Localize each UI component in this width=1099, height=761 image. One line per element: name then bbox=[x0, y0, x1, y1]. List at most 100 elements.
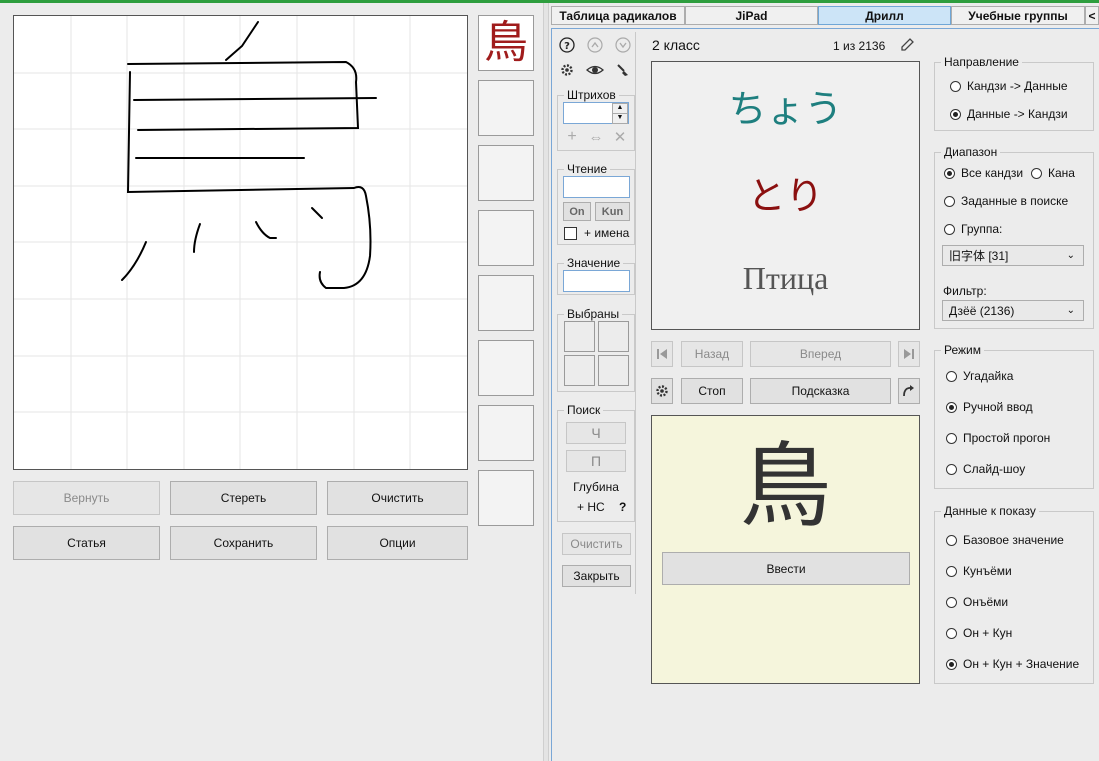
radio-label: Ручной ввод bbox=[963, 400, 1033, 414]
candidate-slot-7[interactable] bbox=[478, 405, 534, 461]
selected-slot-3[interactable] bbox=[564, 355, 595, 386]
radio-dot bbox=[946, 463, 957, 475]
selected-slot-4[interactable] bbox=[598, 355, 629, 386]
radio-dot bbox=[946, 627, 957, 639]
direction-kanji-to-data[interactable]: Кандзи -> Данные bbox=[950, 79, 1068, 93]
gear-icon[interactable] bbox=[558, 61, 576, 79]
radio-dot bbox=[950, 80, 961, 92]
close-icon[interactable]: ✕ bbox=[612, 129, 628, 146]
tab-groups[interactable]: Учебные группы bbox=[951, 6, 1085, 25]
tab-scroll-left[interactable]: < bbox=[1085, 6, 1099, 25]
clear-canvas-button[interactable]: Очистить bbox=[327, 481, 468, 515]
skip-arrow-icon[interactable] bbox=[898, 378, 920, 404]
mode-simple[interactable]: Простой прогон bbox=[946, 431, 1050, 445]
group-select[interactable]: 旧字体 [31] ⌄ bbox=[942, 245, 1084, 266]
candidate-slot-3[interactable] bbox=[478, 145, 534, 201]
search-p-button[interactable]: П bbox=[566, 450, 626, 472]
erase-button[interactable]: Стереть bbox=[170, 481, 317, 515]
range-kana[interactable]: Кана bbox=[1031, 166, 1075, 180]
drill-settings-icon[interactable] bbox=[651, 378, 673, 404]
help-icon[interactable]: ? bbox=[558, 36, 576, 54]
display-on-kun-meaning[interactable]: Он + Кун + Значение bbox=[946, 657, 1079, 671]
display-kunyomi[interactable]: Кунъёми bbox=[946, 564, 1012, 578]
candidate-slot-8[interactable] bbox=[478, 470, 534, 526]
swap-arrows-icon[interactable]: ⇔ bbox=[586, 129, 606, 146]
pencil-icon[interactable] bbox=[898, 36, 916, 54]
radio-dot bbox=[1031, 167, 1042, 179]
tab-jipad[interactable]: JiPad bbox=[685, 6, 818, 25]
stepper-down-icon[interactable]: ▼ bbox=[612, 114, 628, 124]
range-search-set[interactable]: Заданные в поиске bbox=[944, 194, 1068, 208]
display-base[interactable]: Базовое значение bbox=[946, 533, 1064, 547]
display-onyomi[interactable]: Онъёми bbox=[946, 595, 1008, 609]
mode-guess[interactable]: Угадайка bbox=[946, 369, 1013, 383]
search-ch-button[interactable]: Ч bbox=[566, 422, 626, 444]
last-icon[interactable] bbox=[898, 341, 920, 367]
candidate-slot-6[interactable] bbox=[478, 340, 534, 396]
selected-slot-1[interactable] bbox=[564, 321, 595, 352]
stepper-up-icon[interactable]: ▲ bbox=[612, 103, 628, 114]
chevron-down-icon: ⌄ bbox=[1066, 305, 1075, 316]
radio-label: Заданные в поиске bbox=[961, 194, 1069, 208]
names-checkbox[interactable] bbox=[564, 227, 577, 240]
counter: 1 из 2136 bbox=[833, 39, 886, 53]
range-group-radio[interactable]: Группа: bbox=[944, 222, 1002, 236]
stop-button[interactable]: Стоп bbox=[681, 378, 743, 404]
meaning-text: Птица bbox=[742, 260, 829, 296]
strokes-stepper[interactable]: ▲ ▼ bbox=[612, 103, 628, 124]
first-icon[interactable] bbox=[651, 341, 673, 367]
radio-label: Данные -> Кандзи bbox=[967, 107, 1068, 121]
hint-button[interactable]: Подсказка bbox=[750, 378, 891, 404]
search-clear-button[interactable]: Очистить bbox=[562, 533, 631, 555]
options-button[interactable]: Опции bbox=[327, 526, 468, 560]
drawing-canvas[interactable] bbox=[13, 15, 468, 470]
radio-dot bbox=[946, 432, 957, 444]
search-panel-border bbox=[635, 32, 636, 594]
depth-label: Глубина bbox=[573, 480, 619, 494]
depth-value[interactable]: + НС bbox=[577, 500, 605, 514]
meaning-label: Значение bbox=[564, 256, 624, 270]
undo-button[interactable]: Вернуть bbox=[13, 481, 160, 515]
chevron-up-icon[interactable] bbox=[586, 36, 604, 54]
radio-label: Онъёми bbox=[963, 595, 1009, 609]
range-all-kanji[interactable]: Все кандзи bbox=[944, 166, 1023, 180]
kun-reading-button[interactable]: Kun bbox=[595, 202, 630, 221]
display-on-kun[interactable]: Он + Кун bbox=[946, 626, 1012, 640]
save-button[interactable]: Сохранить bbox=[170, 526, 317, 560]
article-button[interactable]: Статья bbox=[13, 526, 160, 560]
candidate-slot-5[interactable] bbox=[478, 275, 534, 331]
mode-slideshow[interactable]: Слайд-шоу bbox=[946, 462, 1025, 476]
meaning-input[interactable] bbox=[563, 270, 630, 292]
radio-label: Группа: bbox=[961, 222, 1003, 236]
enter-button[interactable]: Ввести bbox=[662, 552, 910, 585]
add-icon[interactable]: + bbox=[564, 128, 580, 145]
on-reading-button[interactable]: On bbox=[563, 202, 591, 221]
radio-dot bbox=[950, 108, 961, 120]
radio-dot bbox=[944, 195, 955, 207]
svg-text:?: ? bbox=[564, 41, 570, 52]
class-label: 2 класс bbox=[652, 37, 700, 53]
forward-button[interactable]: Вперед bbox=[750, 341, 891, 367]
mode-manual[interactable]: Ручной ввод bbox=[946, 400, 1033, 414]
chevron-down-icon[interactable] bbox=[614, 36, 632, 54]
candidate-slot-4[interactable] bbox=[478, 210, 534, 266]
close-button[interactable]: Закрыть bbox=[562, 565, 631, 587]
depth-help[interactable]: ? bbox=[619, 500, 626, 514]
selected-label: Выбраны bbox=[564, 307, 623, 321]
candidate-slot-1[interactable]: 鳥 bbox=[478, 15, 534, 71]
candidate-slot-2[interactable] bbox=[478, 80, 534, 136]
back-button[interactable]: Назад bbox=[681, 341, 743, 367]
canvas-grid bbox=[14, 16, 467, 469]
panel-splitter[interactable] bbox=[543, 3, 549, 761]
direction-data-to-kanji[interactable]: Данные -> Кандзи bbox=[950, 107, 1068, 121]
eye-icon[interactable] bbox=[586, 61, 604, 79]
reading-input[interactable] bbox=[563, 176, 630, 198]
filter-label: Фильтр: bbox=[943, 284, 987, 298]
candidate-kanji: 鳥 bbox=[484, 17, 528, 68]
tab-drill[interactable]: Дрилл bbox=[818, 6, 951, 25]
filter-select[interactable]: Дзёё (2136) ⌄ bbox=[942, 300, 1084, 321]
brush-icon[interactable] bbox=[614, 61, 632, 79]
tab-radicals[interactable]: Таблица радикалов bbox=[551, 6, 685, 25]
chevron-down-icon: ⌄ bbox=[1066, 250, 1075, 261]
selected-slot-2[interactable] bbox=[598, 321, 629, 352]
